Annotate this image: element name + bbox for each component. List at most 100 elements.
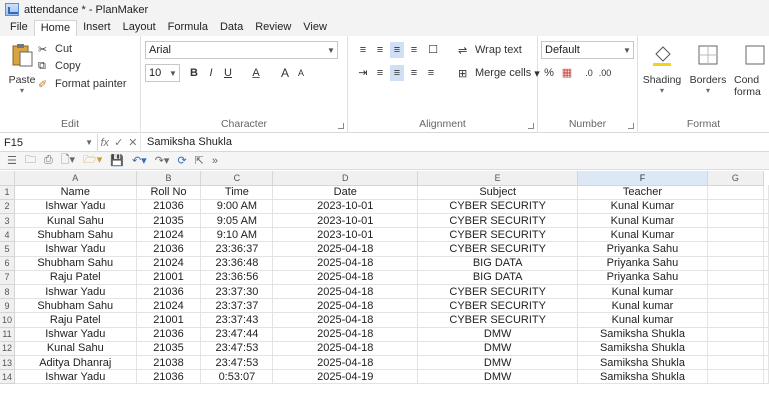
conditional-formatting-button[interactable]: Cond forma: [734, 42, 769, 98]
cancel-icon[interactable]: ✕: [128, 136, 137, 149]
underline-button[interactable]: U: [221, 65, 235, 81]
cell[interactable]: Raju Patel: [14, 270, 137, 286]
cell[interactable]: 9:10 AM: [200, 227, 274, 243]
cell[interactable]: [707, 327, 765, 342]
cell[interactable]: CYBER SECURITY: [417, 227, 579, 243]
redo-icon[interactable]: ↷▾: [155, 154, 170, 167]
font-name-select[interactable]: Arial ▼: [145, 41, 338, 59]
cell[interactable]: 21036: [136, 241, 202, 257]
fx-icon[interactable]: fx: [101, 137, 110, 149]
dialog-launcher-icon[interactable]: [338, 123, 344, 129]
cell[interactable]: 21038: [136, 355, 202, 371]
cell[interactable]: 9:05 AM: [200, 213, 274, 229]
formula-input[interactable]: Samiksha Shukla: [140, 134, 769, 151]
cell[interactable]: 23:37:30: [200, 284, 274, 300]
increase-decimal-icon[interactable]: .0: [582, 65, 596, 81]
cell[interactable]: 2023-10-01: [272, 227, 419, 243]
cell[interactable]: 9:00 AM: [200, 199, 274, 215]
borders-button[interactable]: Borders ▾: [686, 42, 730, 95]
cell[interactable]: CYBER SECURITY: [417, 312, 579, 328]
check-icon[interactable]: ✓: [114, 136, 123, 149]
cell[interactable]: 2023-10-01: [272, 213, 419, 229]
cell[interactable]: 23:37:43: [200, 312, 274, 328]
tab-file[interactable]: File: [4, 20, 34, 36]
cell[interactable]: Priyanka Sahu: [577, 241, 708, 257]
cell[interactable]: Priyanka Sahu: [577, 256, 708, 271]
tab-review[interactable]: Review: [249, 20, 297, 36]
cell[interactable]: Raju Patel: [14, 312, 137, 328]
cell[interactable]: Ishwar Yadu: [14, 241, 137, 257]
cell[interactable]: 23:47:44: [200, 327, 274, 342]
merge-cells-button[interactable]: ⊞ Merge cells ▾: [458, 65, 540, 81]
cell[interactable]: [707, 270, 765, 286]
row-header[interactable]: 3: [0, 213, 15, 229]
number-format-select[interactable]: Default ▼: [541, 41, 634, 59]
cell[interactable]: [707, 213, 765, 229]
cell[interactable]: [763, 355, 769, 371]
cell[interactable]: 2025-04-18: [272, 284, 419, 300]
font-color-button[interactable]: A: [249, 65, 263, 81]
cell[interactable]: 2023-10-01: [272, 199, 419, 215]
cell[interactable]: Samiksha Shukla: [577, 369, 708, 385]
cell[interactable]: 2025-04-18: [272, 327, 419, 342]
row-header[interactable]: 12: [0, 341, 15, 356]
hamburger-menu-icon[interactable]: ☰: [7, 154, 17, 167]
cell[interactable]: Date: [272, 185, 419, 200]
row-header[interactable]: 11: [0, 327, 15, 342]
pointer-icon[interactable]: ⇱: [195, 154, 204, 167]
cell[interactable]: Shubham Sahu: [14, 298, 137, 314]
indent-icon[interactable]: ⇥: [356, 65, 370, 81]
cut-button[interactable]: ✂ Cut: [38, 41, 72, 57]
cell[interactable]: 21024: [136, 298, 202, 314]
cell[interactable]: Kunal Kumar: [577, 227, 708, 243]
align-top-icon[interactable]: ≡: [356, 42, 370, 58]
cell[interactable]: 21024: [136, 227, 202, 243]
spreadsheet-grid[interactable]: A B C D E F G 1 Name Roll No Time Date Subjec…: [0, 171, 769, 402]
tab-insert[interactable]: Insert: [77, 20, 117, 36]
cell[interactable]: [763, 284, 769, 300]
column-header-c[interactable]: C: [200, 171, 274, 186]
save-icon[interactable]: 💾: [110, 154, 124, 167]
cell[interactable]: Ishwar Yadu: [14, 369, 137, 385]
cell[interactable]: Name: [14, 185, 137, 200]
cell[interactable]: [763, 341, 769, 356]
cell[interactable]: Kunal kumar: [577, 284, 708, 300]
decrease-decimal-icon[interactable]: .00: [598, 65, 612, 81]
cell[interactable]: [707, 298, 765, 314]
tab-view[interactable]: View: [297, 20, 333, 36]
cell[interactable]: Samiksha Shukla: [577, 355, 708, 371]
cell[interactable]: 23:36:56: [200, 270, 274, 286]
cell[interactable]: [707, 341, 765, 356]
cell[interactable]: 21001: [136, 270, 202, 286]
cell[interactable]: CYBER SECURITY: [417, 298, 579, 314]
cell[interactable]: CYBER SECURITY: [417, 284, 579, 300]
undo-icon[interactable]: ↶▾: [132, 154, 147, 167]
align-left-icon[interactable]: ≡: [373, 65, 387, 81]
cell[interactable]: Ishwar Yadu: [14, 284, 137, 300]
cell[interactable]: 21035: [136, 213, 202, 229]
cell[interactable]: Shubham Sahu: [14, 256, 137, 271]
row-header[interactable]: 2: [0, 199, 15, 215]
align-bottom-icon[interactable]: ≡: [390, 42, 404, 58]
tab-formula[interactable]: Formula: [162, 20, 214, 36]
cell[interactable]: 2025-04-18: [272, 256, 419, 271]
cell[interactable]: [707, 199, 765, 215]
cell[interactable]: Ishwar Yadu: [14, 199, 137, 215]
cell[interactable]: DMW: [417, 355, 579, 371]
cell[interactable]: Teacher: [577, 185, 708, 200]
row-header[interactable]: 6: [0, 256, 15, 271]
cell[interactable]: 23:36:37: [200, 241, 274, 257]
column-header-f[interactable]: F: [577, 171, 708, 186]
justify-icon[interactable]: ≡: [424, 65, 438, 81]
column-header-d[interactable]: D: [272, 171, 419, 186]
copy-button[interactable]: ⧉ Copy: [38, 58, 81, 74]
row-header[interactable]: 8: [0, 284, 15, 300]
cell[interactable]: [763, 185, 769, 200]
column-header-b[interactable]: B: [136, 171, 202, 186]
cell[interactable]: CYBER SECURITY: [417, 199, 579, 215]
cell[interactable]: [763, 327, 769, 342]
cell[interactable]: 0:53:07: [200, 369, 274, 385]
cell[interactable]: 2025-04-18: [272, 270, 419, 286]
row-header[interactable]: 10: [0, 312, 15, 328]
currency-icon[interactable]: ▦: [560, 65, 574, 81]
